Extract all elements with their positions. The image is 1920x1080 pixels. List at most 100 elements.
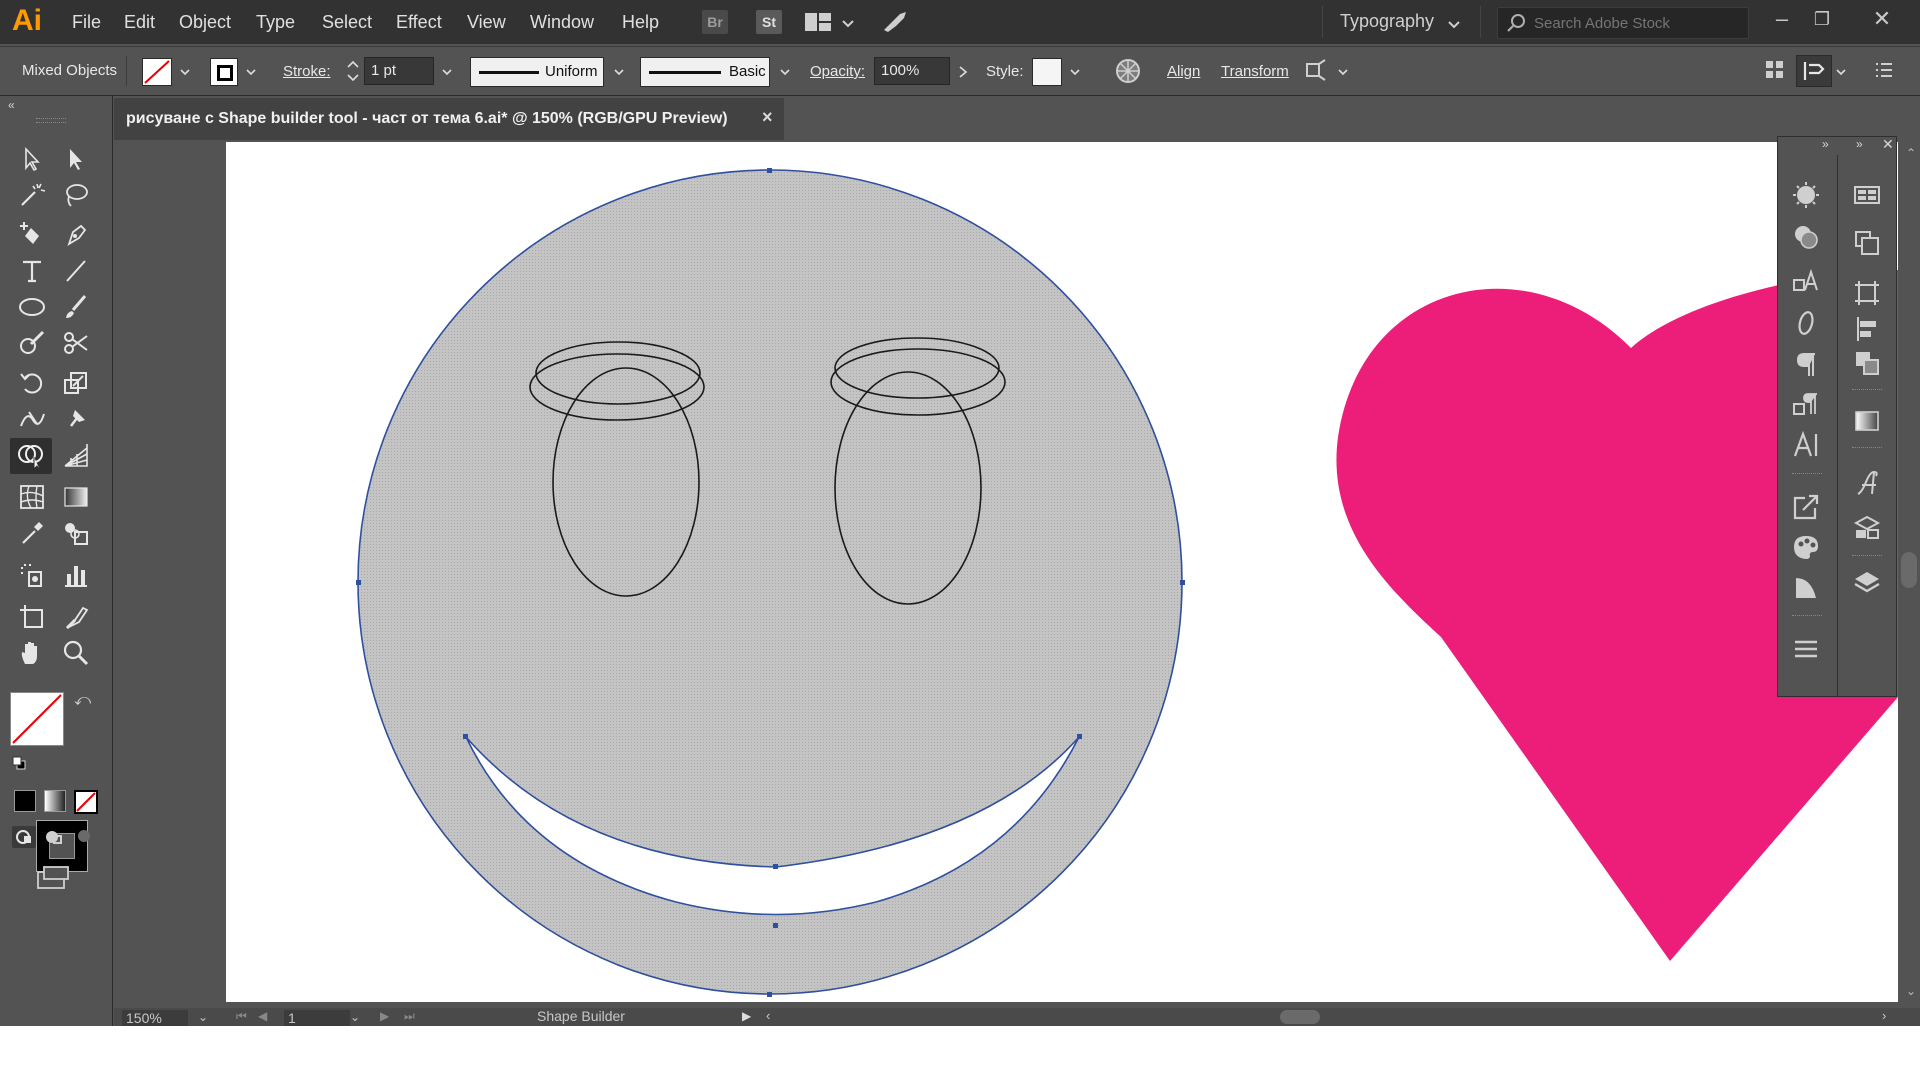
anchor-point[interactable] <box>1180 580 1185 585</box>
draw-normal-icon[interactable] <box>12 826 36 848</box>
isolate-chevron-icon[interactable] <box>1338 67 1348 77</box>
paintbrush-tool-icon[interactable] <box>58 290 94 324</box>
arrange-panels-icon[interactable] <box>1764 59 1786 86</box>
anchor-point[interactable] <box>773 864 778 869</box>
brush-definition[interactable]: Basic <box>640 57 770 87</box>
anchor-point[interactable] <box>767 992 772 997</box>
transform-panel-icon[interactable] <box>1847 275 1887 311</box>
puppet-warp-tool-icon[interactable] <box>58 402 94 436</box>
zoom-field[interactable]: 150% <box>122 1010 188 1026</box>
scale-tool-icon[interactable] <box>58 366 94 400</box>
layers-icon[interactable] <box>1847 565 1887 601</box>
fill-chevron-icon[interactable] <box>180 67 190 77</box>
color-mode-button[interactable] <box>14 790 36 812</box>
gradient-panel-icon[interactable] <box>1847 403 1887 439</box>
graphic-style-swatch[interactable] <box>1032 58 1062 86</box>
pen-tool-icon[interactable] <box>58 218 94 252</box>
collapse-toolbar-icon[interactable]: « <box>8 98 15 112</box>
color-guide-icon[interactable] <box>1786 177 1826 213</box>
close-window-button[interactable]: ✕ <box>1864 4 1900 34</box>
panel-grip[interactable] <box>1792 615 1822 618</box>
recolor-artwork-icon[interactable] <box>1114 57 1142 90</box>
anchor-point[interactable] <box>463 734 468 739</box>
minimize-button[interactable]: – <box>1764 4 1800 34</box>
artwork-canvas[interactable] <box>226 142 1898 1002</box>
properties-chevron-icon[interactable] <box>1836 67 1846 77</box>
anchor-point[interactable] <box>356 580 361 585</box>
symbol-sprayer-tool-icon[interactable] <box>14 558 50 592</box>
zoom-tool-icon[interactable] <box>58 636 94 670</box>
scroll-left-icon[interactable]: ‹ <box>766 1008 770 1023</box>
menu-help[interactable]: Help <box>622 12 659 33</box>
properties-toggle-icon[interactable] <box>1796 55 1832 87</box>
arrange-chevron-icon[interactable] <box>842 16 854 34</box>
menu-effect[interactable]: Effect <box>396 12 442 33</box>
fill-swatch[interactable] <box>142 58 172 86</box>
first-artboard-icon[interactable]: ⏮ <box>236 1009 247 1024</box>
anchor-point[interactable] <box>773 923 778 928</box>
appearance-icon[interactable] <box>1786 219 1826 255</box>
blend-tool-icon[interactable] <box>58 516 94 550</box>
status-menu-icon[interactable]: ▶ <box>742 1009 751 1023</box>
none-mode-button[interactable] <box>74 790 98 814</box>
workspace-switcher[interactable]: Typography <box>1340 11 1434 32</box>
artboard-tool-icon[interactable] <box>14 600 50 634</box>
eyedropper-tool-icon[interactable] <box>14 516 50 550</box>
panel-grip[interactable] <box>1852 389 1882 392</box>
last-artboard-icon[interactable]: ⏭ <box>404 1009 415 1024</box>
lasso-tool-icon[interactable] <box>58 178 94 212</box>
line-segment-tool-icon[interactable] <box>58 254 94 288</box>
properties-menu-icon[interactable] <box>1786 631 1826 667</box>
slice-tool-icon[interactable] <box>58 600 94 634</box>
scissors-tool-icon[interactable] <box>58 326 94 360</box>
close-panels-icon[interactable]: ✕ <box>1882 136 1894 153</box>
transform-button[interactable]: Transform <box>1221 63 1289 80</box>
workspace-chevron-icon[interactable] <box>1448 17 1460 35</box>
scroll-up-icon[interactable]: ⌃ <box>1906 146 1916 160</box>
character-icon[interactable] <box>1786 427 1826 463</box>
vertical-scroll-thumb[interactable] <box>1901 552 1917 588</box>
menu-file[interactable]: File <box>72 12 101 33</box>
isolate-object-icon[interactable] <box>1302 58 1328 89</box>
gradient-mode-button[interactable] <box>44 790 66 812</box>
opacity-label[interactable]: Opacity: <box>810 63 865 80</box>
draw-inside-icon[interactable] <box>74 826 94 846</box>
stroke-weight-field[interactable]: 1 pt <box>364 57 434 85</box>
color-themes-icon[interactable] <box>1786 529 1826 565</box>
zoom-chevron-icon[interactable]: ⌄ <box>198 1010 208 1024</box>
column-graph-tool-icon[interactable] <box>58 558 94 592</box>
menu-type[interactable]: Type <box>256 12 295 33</box>
pathfinder-icon[interactable] <box>1847 345 1887 381</box>
magic-wand-tool-icon[interactable] <box>14 178 50 212</box>
expand-panels-icon[interactable]: » <box>1822 137 1829 151</box>
artboards-icon[interactable] <box>1847 225 1887 261</box>
panel-grip[interactable] <box>1792 473 1822 476</box>
opacity-arrow-icon[interactable] <box>958 65 968 79</box>
artboard-chevron-icon[interactable]: ⌄ <box>350 1010 360 1024</box>
restore-button[interactable]: ❐ <box>1804 4 1840 34</box>
panel-grip[interactable] <box>1852 555 1882 558</box>
stroke-swatch[interactable] <box>210 58 238 86</box>
brushes-icon[interactable] <box>1786 569 1826 605</box>
width-tool-icon[interactable] <box>14 402 50 436</box>
paragraph-icon[interactable] <box>1786 347 1826 383</box>
search-input[interactable] <box>1532 12 1741 34</box>
panel-menu-icon[interactable] <box>1874 61 1894 84</box>
style-chevron-icon[interactable] <box>1070 67 1080 77</box>
stroke-label[interactable]: Stroke: <box>283 63 331 80</box>
expand-panels-right-icon[interactable]: » <box>1856 137 1863 151</box>
default-fill-stroke-icon[interactable] <box>12 756 26 770</box>
swap-fill-stroke-icon[interactable]: ⤺ <box>74 692 91 710</box>
artboard[interactable] <box>226 142 1898 1002</box>
panel-grip[interactable] <box>1852 447 1882 450</box>
variable-width-profile[interactable]: Uniform <box>470 57 604 87</box>
profile-chevron-icon[interactable] <box>614 67 624 77</box>
anchor-point[interactable] <box>767 168 772 173</box>
scroll-right-icon[interactable]: › <box>1882 1008 1886 1023</box>
character-styles-icon[interactable] <box>1786 263 1826 299</box>
selection-tool-icon[interactable] <box>14 142 50 176</box>
direct-selection-tool-icon[interactable] <box>58 142 94 176</box>
mesh-tool-icon[interactable] <box>14 480 50 514</box>
type-tool-icon[interactable] <box>14 254 50 288</box>
ellipse-tool-icon[interactable] <box>14 290 50 324</box>
